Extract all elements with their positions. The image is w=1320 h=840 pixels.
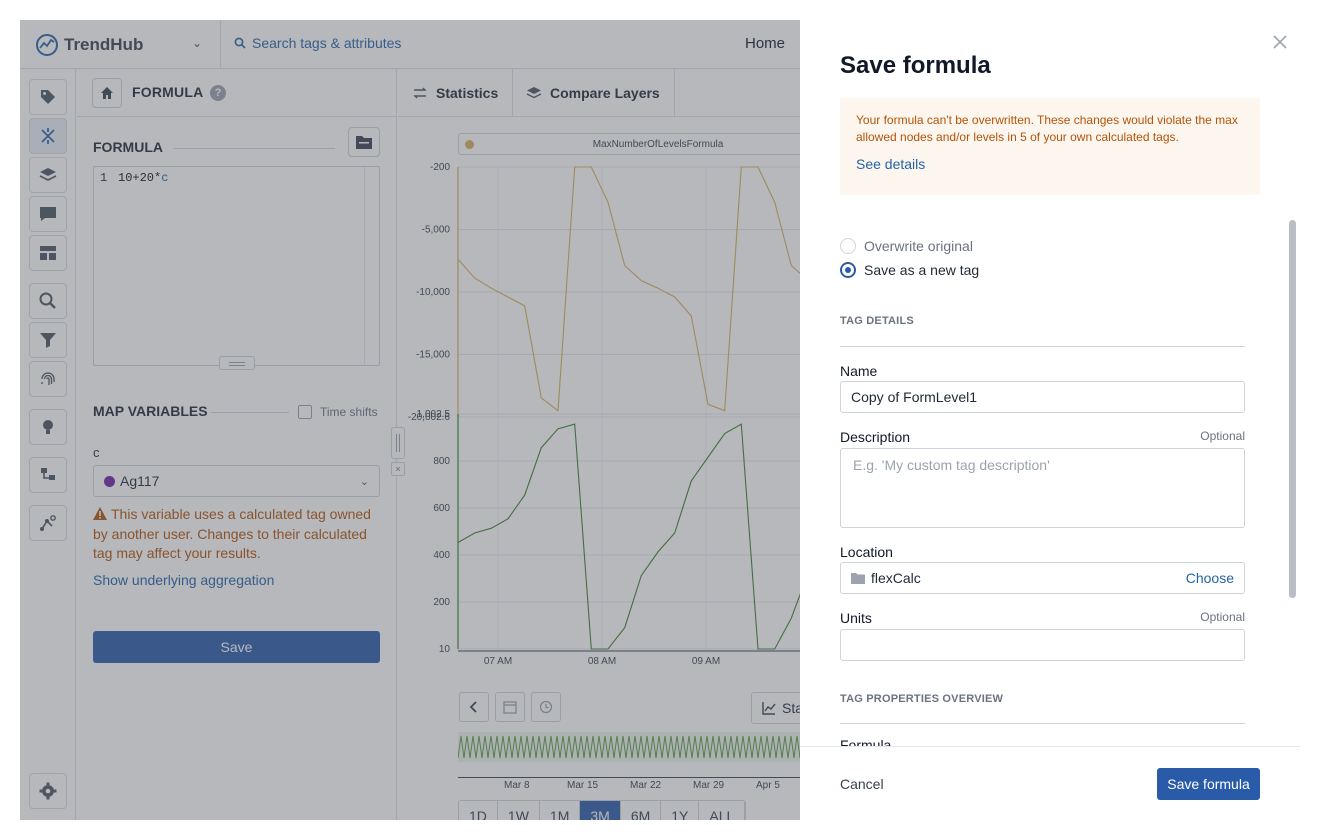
drawer-body: Overwrite original Save as a new tag TAG… bbox=[800, 216, 1300, 746]
formula-label: Formula bbox=[840, 737, 892, 746]
name-label: Name bbox=[840, 363, 878, 379]
description-field[interactable]: E.g. 'My custom tag description' bbox=[840, 448, 1245, 528]
overwrite-label: Overwrite original bbox=[864, 238, 973, 254]
save-formula-button[interactable]: Save formula bbox=[1157, 768, 1260, 800]
units-field[interactable] bbox=[840, 629, 1245, 661]
overwrite-radio[interactable] bbox=[840, 238, 856, 254]
app-window: TrendHub ⌄ Search tags & attributes Home bbox=[20, 20, 1300, 820]
overwrite-original-option[interactable]: Overwrite original bbox=[840, 238, 973, 254]
save-new-radio[interactable] bbox=[840, 262, 856, 278]
close-icon[interactable] bbox=[1270, 32, 1290, 52]
cancel-button[interactable]: Cancel bbox=[840, 776, 884, 792]
overwrite-alert: Your formula can't be overwritten. These… bbox=[840, 98, 1260, 195]
location-value: flexCalc bbox=[871, 570, 921, 586]
choose-location-link[interactable]: Choose bbox=[1186, 570, 1234, 586]
alert-text: Your formula can't be overwritten. These… bbox=[856, 113, 1238, 144]
description-optional: Optional bbox=[1200, 429, 1245, 443]
units-optional: Optional bbox=[1200, 610, 1245, 624]
name-field[interactable]: Copy of FormLevel1 bbox=[840, 381, 1245, 413]
drawer-footer: Cancel Save formula bbox=[800, 746, 1300, 820]
tag-details-heading: TAG DETAILS bbox=[840, 315, 914, 327]
divider bbox=[840, 346, 1245, 347]
folder-icon bbox=[851, 573, 865, 584]
see-details-link[interactable]: See details bbox=[856, 156, 925, 172]
save-new-tag-option[interactable]: Save as a new tag bbox=[840, 262, 979, 278]
units-label: Units bbox=[840, 610, 872, 626]
location-field: flexCalc Choose bbox=[840, 562, 1245, 594]
divider bbox=[840, 723, 1245, 724]
location-label: Location bbox=[840, 544, 893, 560]
tag-properties-heading: TAG PROPERTIES OVERVIEW bbox=[840, 693, 1004, 705]
drawer-scrollbar[interactable] bbox=[1289, 220, 1296, 598]
description-label: Description bbox=[840, 429, 911, 445]
save-formula-drawer: Save formula Your formula can't be overw… bbox=[800, 20, 1300, 820]
save-new-label: Save as a new tag bbox=[864, 262, 980, 278]
description-placeholder: E.g. 'My custom tag description' bbox=[853, 457, 1050, 473]
name-value: Copy of FormLevel1 bbox=[851, 389, 978, 405]
drawer-title: Save formula bbox=[840, 52, 991, 79]
